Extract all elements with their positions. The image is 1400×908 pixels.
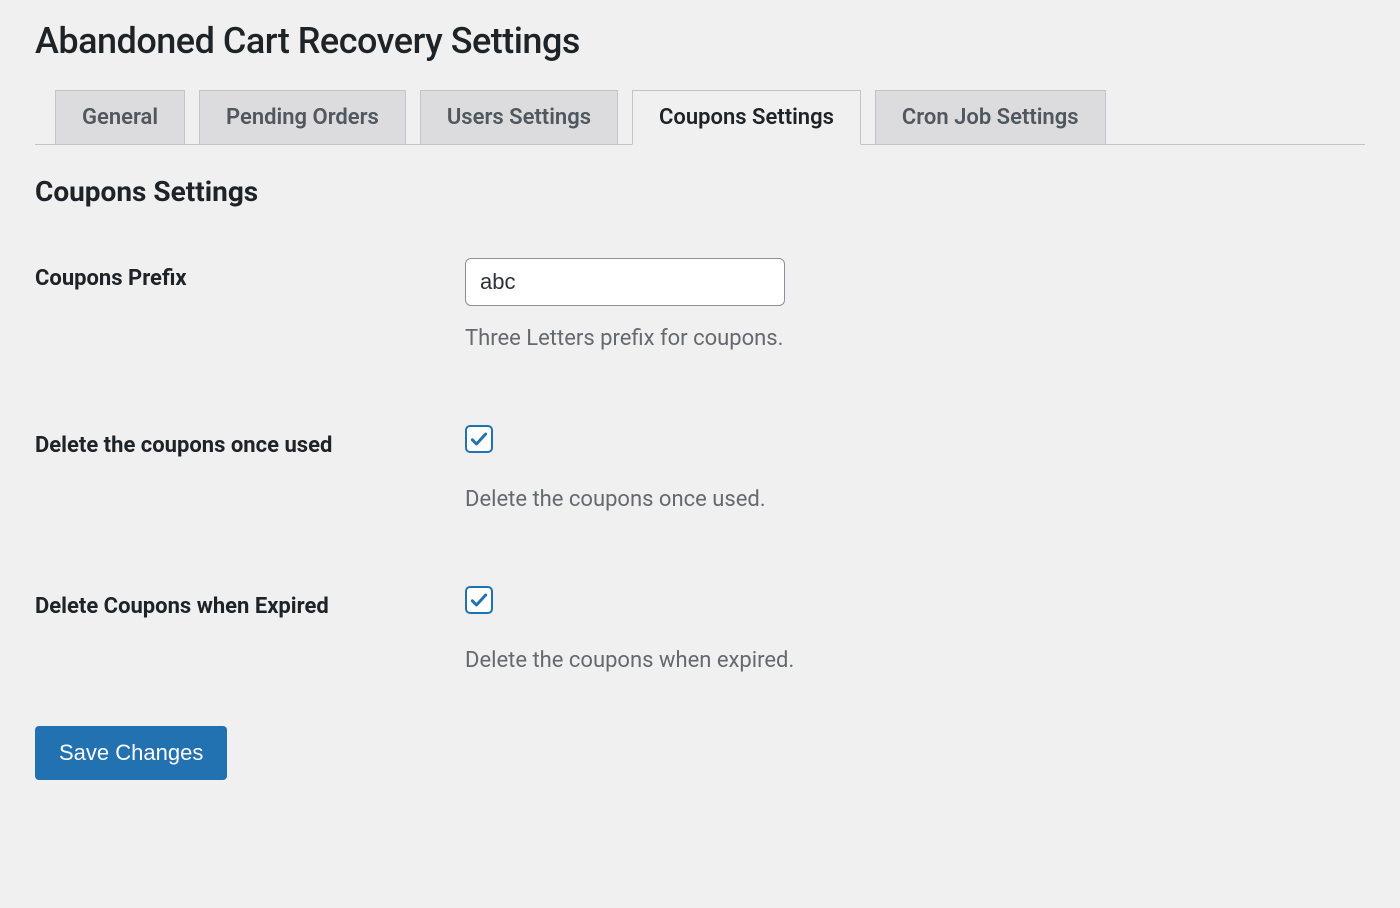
- check-icon: [469, 429, 489, 449]
- section-heading: Coupons Settings: [35, 175, 1365, 208]
- label-delete-used: Delete the coupons once used: [35, 425, 465, 516]
- checkbox-delete-expired[interactable]: [465, 586, 493, 614]
- tab-coupons-settings[interactable]: Coupons Settings: [632, 90, 861, 145]
- page-title: Abandoned Cart Recovery Settings: [35, 20, 1365, 62]
- help-coupons-prefix: Three Letters prefix for coupons.: [465, 324, 1365, 355]
- coupons-prefix-input[interactable]: [465, 258, 785, 306]
- label-delete-expired: Delete Coupons when Expired: [35, 586, 465, 677]
- tabs: General Pending Orders Users Settings Co…: [35, 90, 1365, 145]
- row-delete-used: Delete the coupons once used Delete the …: [35, 425, 1365, 516]
- field-delete-used: Delete the coupons once used.: [465, 425, 1365, 516]
- row-delete-expired: Delete Coupons when Expired Delete the c…: [35, 586, 1365, 677]
- field-delete-expired: Delete the coupons when expired.: [465, 586, 1365, 677]
- tab-cron-job-settings[interactable]: Cron Job Settings: [875, 90, 1106, 145]
- help-delete-expired: Delete the coupons when expired.: [465, 646, 1365, 677]
- tabs-wrapper: General Pending Orders Users Settings Co…: [35, 90, 1365, 145]
- tab-pending-orders[interactable]: Pending Orders: [199, 90, 406, 145]
- field-coupons-prefix: Three Letters prefix for coupons.: [465, 258, 1365, 355]
- check-icon: [469, 590, 489, 610]
- help-delete-used: Delete the coupons once used.: [465, 485, 1365, 516]
- tab-users-settings[interactable]: Users Settings: [420, 90, 618, 145]
- save-button[interactable]: Save Changes: [35, 726, 227, 780]
- checkbox-delete-used[interactable]: [465, 425, 493, 453]
- tab-general[interactable]: General: [55, 90, 185, 145]
- row-coupons-prefix: Coupons Prefix Three Letters prefix for …: [35, 258, 1365, 355]
- label-coupons-prefix: Coupons Prefix: [35, 258, 465, 355]
